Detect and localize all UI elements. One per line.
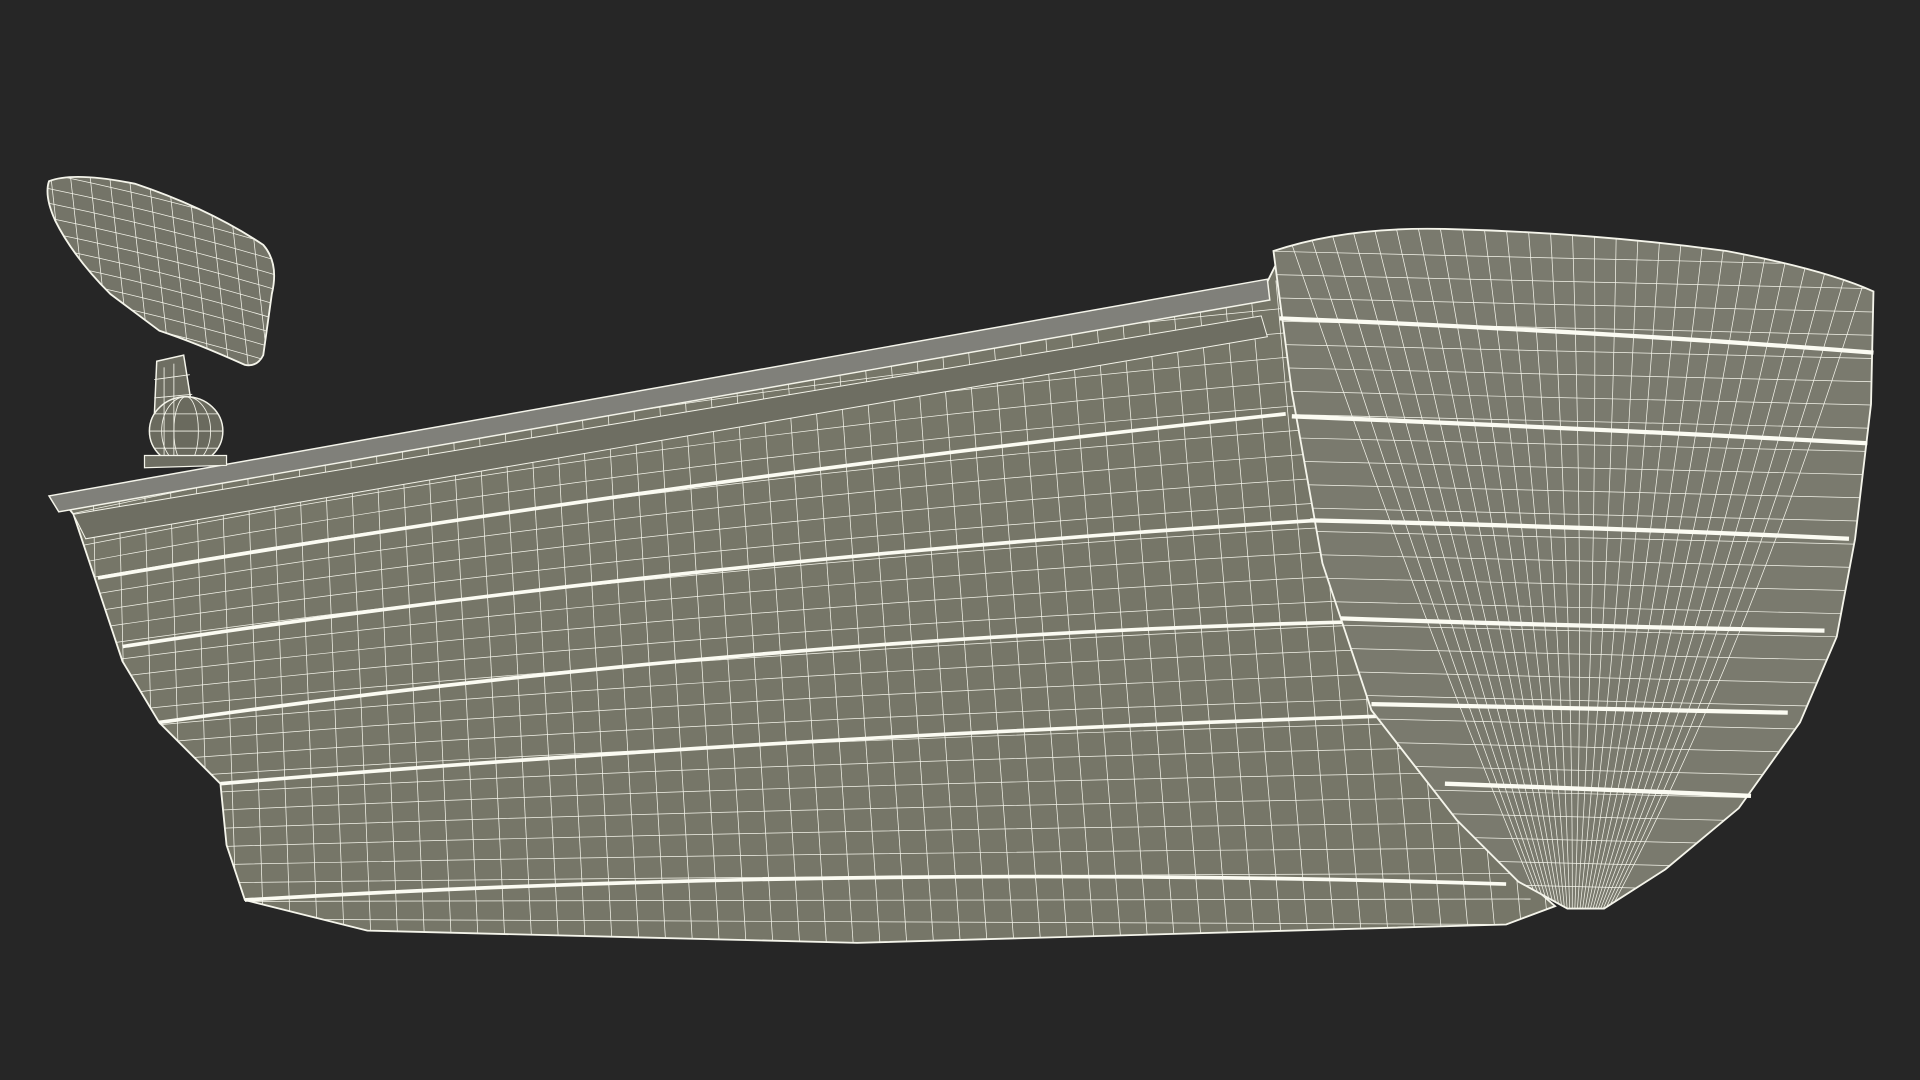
wireframe-render (37, 159, 1875, 944)
outboard-rudder[interactable] (37, 159, 289, 469)
viewport-3d[interactable] (0, 0, 1920, 1080)
